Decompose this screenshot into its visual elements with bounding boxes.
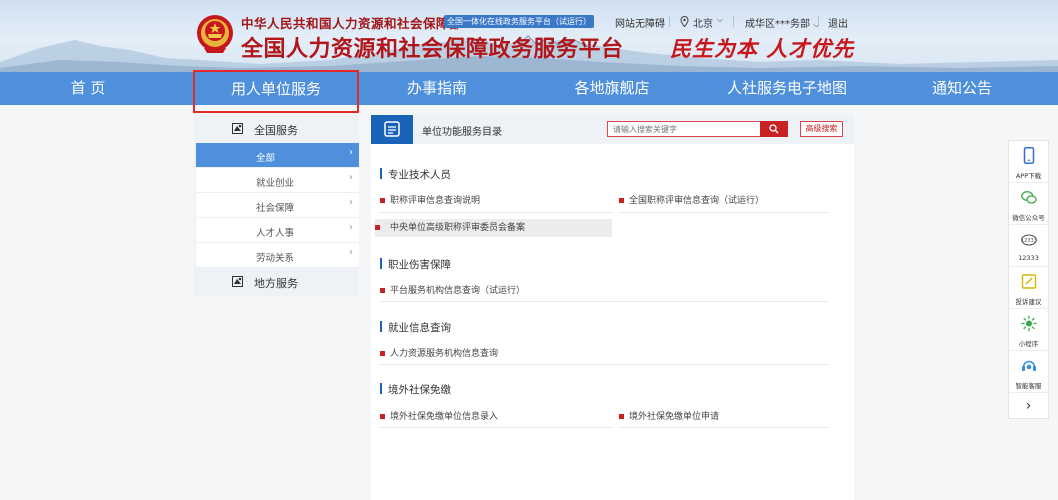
nav-regional-stores[interactable]: 各地旗舰店 xyxy=(565,72,659,105)
section-title: 专业技术人员 xyxy=(380,167,451,182)
sidebar-item-talent[interactable]: 人才人事 › xyxy=(196,218,359,243)
service-icon xyxy=(232,276,243,287)
service-link[interactable]: 全国职称评审信息查询（试运行） xyxy=(619,192,764,210)
sidebar-item-label: 社会保障 xyxy=(256,203,295,214)
sidebar-item-employment[interactable]: 就业创业 › xyxy=(196,168,359,193)
sidebar-item-labor-relations[interactable]: 劳动关系 › xyxy=(196,243,359,268)
slogan: 民生为本 人才优先 xyxy=(670,36,855,61)
national-emblem-icon xyxy=(197,15,233,53)
search-icon xyxy=(769,124,779,134)
float-label: APP下载 xyxy=(1015,172,1042,180)
city-label: 北京 xyxy=(693,19,713,30)
customer-service-icon xyxy=(1022,360,1036,371)
wechat-button[interactable]: 微信公众号 xyxy=(1009,183,1048,225)
feedback-icon xyxy=(1021,274,1037,289)
section-title: 职业伤害保障 xyxy=(380,257,451,272)
chevron-right-icon: › xyxy=(349,247,353,258)
float-label: 微信公众号 xyxy=(1012,214,1045,222)
divider xyxy=(380,427,612,428)
panel-title: 单位功能服务目录 xyxy=(422,127,502,138)
search-input[interactable] xyxy=(607,121,762,137)
service-link[interactable]: 职称评审信息查询说明 xyxy=(380,192,480,210)
search-button[interactable] xyxy=(760,121,788,137)
svg-text:12333: 12333 xyxy=(1021,238,1037,244)
sidebar-local-label: 地方服务 xyxy=(254,277,298,290)
service-link-label: 中央单位高级职称评审委员会备案 xyxy=(390,223,526,233)
sidebar-item-label: 人才人事 xyxy=(256,228,295,239)
app-download-button[interactable]: APP下载 xyxy=(1009,141,1048,183)
service-icon xyxy=(232,123,243,134)
nav-home[interactable]: 首 页 xyxy=(50,72,126,105)
logout-link[interactable]: 退出 xyxy=(828,15,848,30)
nav-service-map[interactable]: 人社服务电子地图 xyxy=(720,72,854,105)
phone-icon xyxy=(1023,147,1035,164)
sidebar-item-label: 劳动关系 xyxy=(256,253,295,264)
divider xyxy=(669,16,670,27)
collapse-toolbar-button[interactable]: › xyxy=(1009,394,1048,418)
platform-tag: 全国一体化在线政务服务平台（试运行） xyxy=(444,15,594,28)
sidebar-item-social-security[interactable]: 社会保障 › xyxy=(196,193,359,218)
section-title: 境外社保免缴 xyxy=(380,382,451,397)
section-title: 就业信息查询 xyxy=(380,320,451,335)
float-label: 智能客服 xyxy=(1015,382,1042,390)
chevron-right-icon: › xyxy=(349,147,353,158)
sidebar-local-services[interactable]: 地方服务 xyxy=(194,268,359,296)
site-header: 中华人民共和国人力资源和社会保障部 全国一体化在线政务服务平台（试运行） 全国人… xyxy=(0,0,1058,72)
sidebar-item-label: 就业创业 xyxy=(256,178,295,189)
divider xyxy=(380,364,829,365)
feedback-button[interactable]: 投诉建议 xyxy=(1009,267,1048,309)
ministry-name: 中华人民共和国人力资源和社会保障部 xyxy=(241,16,463,31)
chevron-right-icon: › xyxy=(349,197,353,208)
site-title: 全国人力资源和社会保障政务服务平台 xyxy=(241,37,624,62)
service-link[interactable]: 平台服务机构信息查询（试运行） xyxy=(380,282,525,300)
float-label: 小程序 xyxy=(1018,340,1039,348)
user-name: 成华区***务部 xyxy=(745,19,810,30)
mini-program-button[interactable]: 小程序 xyxy=(1009,309,1048,351)
divider xyxy=(619,427,829,428)
sidebar-national-services[interactable]: 全国服务 xyxy=(194,115,359,143)
float-label: 12333 xyxy=(1018,254,1039,262)
divider xyxy=(380,301,829,302)
sidebar-item-label: 全部 xyxy=(256,153,276,164)
sidebar: 全国服务 全部 › 就业创业 › 社会保障 › 人才人事 › 劳动关系 › 地方… xyxy=(194,115,359,296)
service-link[interactable]: 境外社保免缴单位信息录入 xyxy=(380,408,498,426)
sidebar-national-label: 全国服务 xyxy=(254,124,298,137)
floating-toolbar: APP下载 微信公众号 12333 12333 投诉建议 小程序 智能客服 › xyxy=(1008,140,1049,419)
chevron-right-icon: › xyxy=(349,172,353,183)
main-nav: 首 页 用人单位服务 办事指南 各地旗舰店 人社服务电子地图 通知公告 xyxy=(0,70,1058,113)
main-panel: 单位功能服务目录 高级搜索 专业技术人员 职称评审信息查询说明 全国职称评审信息… xyxy=(371,115,854,500)
divider xyxy=(619,212,829,213)
chevron-right-icon: › xyxy=(1025,398,1032,414)
nav-employer-services[interactable]: 用人单位服务 xyxy=(193,70,359,113)
divider xyxy=(818,16,819,27)
catalog-icon-box xyxy=(371,115,413,144)
sidebar-item-all[interactable]: 全部 › xyxy=(196,143,359,168)
divider xyxy=(380,212,612,213)
nav-notices[interactable]: 通知公告 xyxy=(925,72,999,105)
customer-service-button[interactable]: 智能客服 xyxy=(1009,351,1048,393)
service-link[interactable]: 中央单位高级职称评审委员会备案 xyxy=(375,219,612,237)
catalog-icon xyxy=(384,121,400,137)
service-link[interactable]: 境外社保免缴单位申请 xyxy=(619,408,719,426)
hotline-icon: 12333 xyxy=(1021,234,1037,246)
advanced-search-button[interactable]: 高级搜索 xyxy=(800,121,843,137)
chevron-right-icon: › xyxy=(349,222,353,233)
mini-program-icon xyxy=(1021,315,1037,332)
nav-guide[interactable]: 办事指南 xyxy=(395,72,479,105)
float-label: 投诉建议 xyxy=(1015,298,1042,306)
chevron-down-icon: ⌵ xyxy=(717,15,724,24)
accessibility-link[interactable]: 网站无障碍 xyxy=(615,15,665,30)
user-menu[interactable]: 成华区***务部 ⌵ xyxy=(745,15,819,30)
hotline-button[interactable]: 12333 12333 xyxy=(1009,225,1048,267)
service-link[interactable]: 人力资源服务机构信息查询 xyxy=(380,345,498,363)
divider xyxy=(733,16,734,27)
wechat-icon xyxy=(1021,191,1037,204)
panel-header: 单位功能服务目录 高级搜索 xyxy=(371,115,854,144)
location-icon xyxy=(680,16,689,27)
